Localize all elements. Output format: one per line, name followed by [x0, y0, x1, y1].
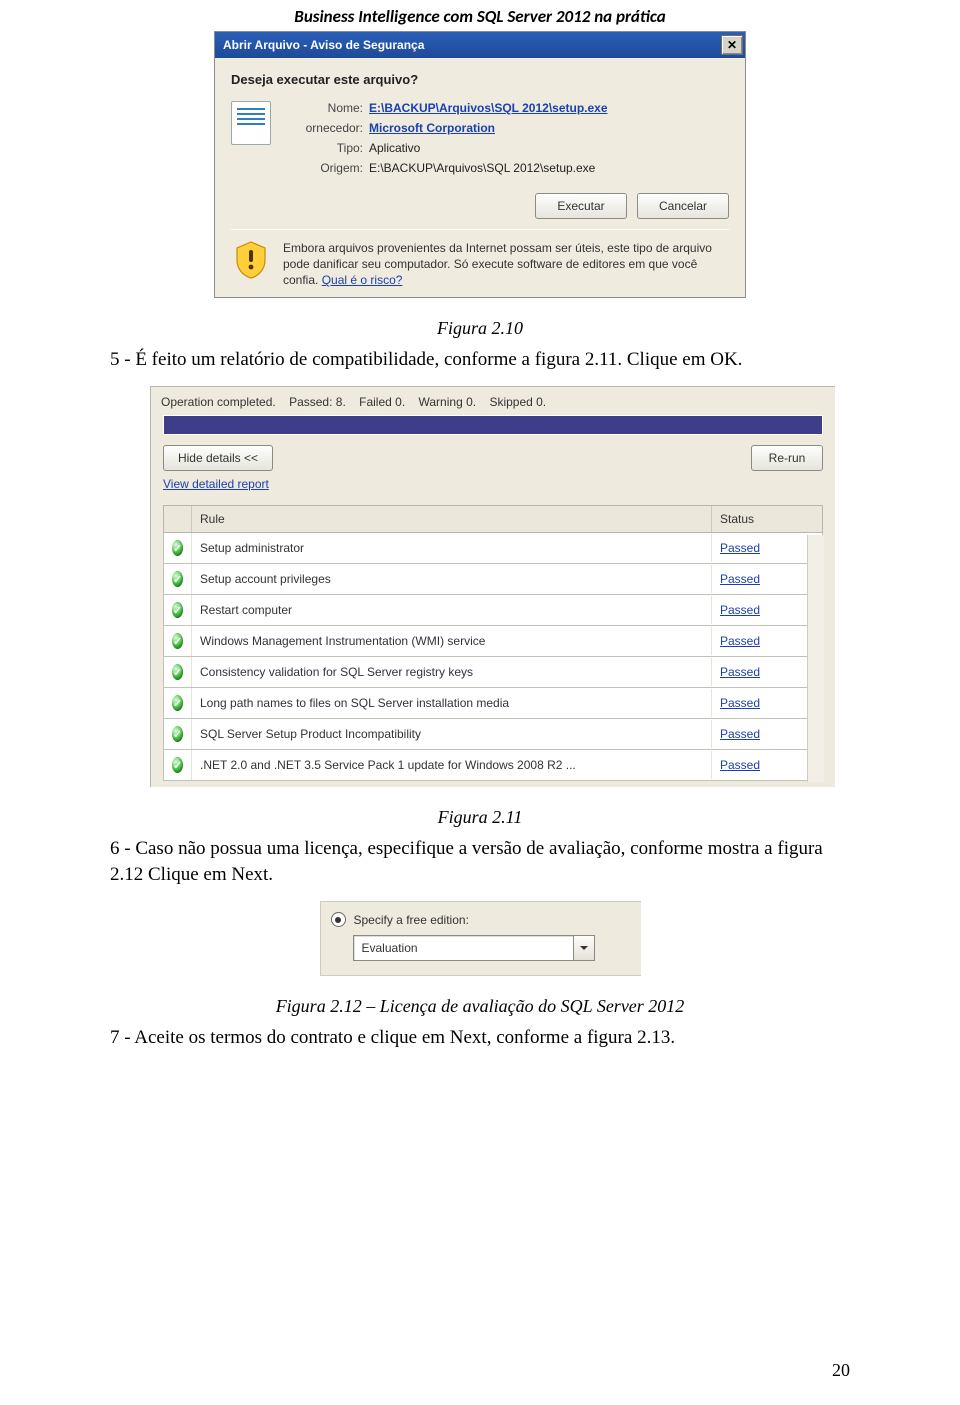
file-icon [231, 101, 271, 145]
radio-specify-free-edition[interactable] [331, 912, 346, 927]
operation-summary: Operation completed. Passed: 8. Failed 0… [151, 387, 835, 413]
dialog-titlebar[interactable]: Abrir Arquivo - Aviso de Segurança ✕ [215, 32, 745, 58]
check-icon: ✓ [172, 757, 183, 773]
label-type: Tipo: [283, 141, 363, 155]
figure-caption-210: Figura 2.10 [110, 318, 850, 339]
status-link[interactable]: Passed [720, 758, 760, 772]
rules-table: Rule Status ✓ Setup administrator Passed ✓ S… [163, 505, 823, 781]
table-row: ✓ Long path names to files on SQL Server … [163, 688, 823, 719]
scrollbar[interactable] [807, 535, 824, 782]
check-icon: ✓ [172, 664, 183, 680]
rule-name: SQL Server Setup Product Incompatibility [192, 720, 712, 748]
setup-rules-panel: Operation completed. Passed: 8. Failed 0… [150, 386, 835, 787]
rule-name: Restart computer [192, 596, 712, 624]
label-name: Nome: [283, 101, 363, 115]
page-number: 20 [832, 1360, 850, 1381]
edition-combobox[interactable]: Evaluation [353, 935, 595, 961]
label-publisher: ornecedor: [283, 121, 363, 135]
rule-name: Long path names to files on SQL Server i… [192, 689, 712, 717]
dialog-title: Abrir Arquivo - Aviso de Segurança [223, 38, 424, 52]
rule-name: Setup administrator [192, 534, 712, 562]
value-origin: E:\BACKUP\Arquivos\SQL 2012\setup.exe [369, 161, 608, 175]
cancel-button[interactable]: Cancelar [637, 193, 729, 219]
close-button[interactable]: ✕ [721, 35, 743, 55]
table-row: ✓ Consistency validation for SQL Server r… [163, 657, 823, 688]
body-step-5: 5 - É feito um relatório de compatibilid… [110, 347, 850, 373]
progress-bar [163, 415, 823, 435]
chevron-down-icon[interactable] [573, 936, 594, 960]
rule-name: Setup account privileges [192, 565, 712, 593]
status-link[interactable]: Passed [720, 572, 760, 586]
rule-name: Windows Management Instrumentation (WMI)… [192, 627, 712, 655]
status-link[interactable]: Passed [720, 696, 760, 710]
rules-header: Rule Status [163, 505, 823, 533]
value-type: Aplicativo [369, 141, 608, 155]
rerun-button[interactable]: Re-run [751, 445, 823, 471]
risk-link[interactable]: Qual é o risco? [322, 273, 403, 287]
document-header: Business Intelligence com SQL Server 201… [110, 0, 850, 31]
security-warning-dialog: Abrir Arquivo - Aviso de Segurança ✕ Des… [214, 31, 746, 298]
view-detailed-report-link[interactable]: View detailed report [163, 477, 269, 491]
check-icon: ✓ [172, 726, 183, 742]
check-icon: ✓ [172, 695, 183, 711]
table-row: ✓ Setup account privileges Passed [163, 564, 823, 595]
label-origin: Origem: [283, 161, 363, 175]
check-icon: ✓ [172, 633, 183, 649]
rule-name: Consistency validation for SQL Server re… [192, 658, 712, 686]
table-row: ✓ .NET 2.0 and .NET 3.5 Service Pack 1 up… [163, 750, 823, 781]
check-icon: ✓ [172, 602, 183, 618]
hide-details-button[interactable]: Hide details << [163, 445, 273, 471]
check-icon: ✓ [172, 540, 183, 556]
shield-icon [231, 240, 271, 280]
edition-selected: Evaluation [354, 941, 573, 955]
check-icon: ✓ [172, 571, 183, 587]
status-link[interactable]: Passed [720, 665, 760, 679]
dialog-question: Deseja executar este arquivo? [231, 72, 729, 87]
body-step-6: 6 - Caso não possua uma licença, especif… [110, 836, 850, 887]
col-rule: Rule [192, 506, 712, 532]
value-name[interactable]: E:\BACKUP\Arquivos\SQL 2012\setup.exe [369, 101, 608, 115]
warning-text: Embora arquivos provenientes da Internet… [283, 240, 729, 289]
table-row: ✓ Restart computer Passed [163, 595, 823, 626]
status-link[interactable]: Passed [720, 727, 760, 741]
rule-name: .NET 2.0 and .NET 3.5 Service Pack 1 upd… [192, 751, 712, 779]
status-link[interactable]: Passed [720, 603, 760, 617]
status-link[interactable]: Passed [720, 634, 760, 648]
run-button[interactable]: Executar [535, 193, 627, 219]
table-row: ✓ Windows Management Instrumentation (WMI… [163, 626, 823, 657]
free-edition-panel: Specify a free edition: Evaluation [320, 901, 641, 976]
table-row: ✓ SQL Server Setup Product Incompatibilit… [163, 719, 823, 750]
figure-caption-212: Figura 2.12 – Licença de avaliação do SQ… [110, 996, 850, 1017]
body-step-7: 7 - Aceite os termos do contrato e cliqu… [110, 1025, 850, 1051]
col-status: Status [712, 506, 822, 532]
value-publisher[interactable]: Microsoft Corporation [369, 121, 608, 135]
table-row: ✓ Setup administrator Passed [163, 533, 823, 564]
status-link[interactable]: Passed [720, 541, 760, 555]
free-edition-label: Specify a free edition: [354, 913, 469, 927]
figure-caption-211: Figura 2.11 [110, 807, 850, 828]
close-icon: ✕ [727, 38, 737, 52]
